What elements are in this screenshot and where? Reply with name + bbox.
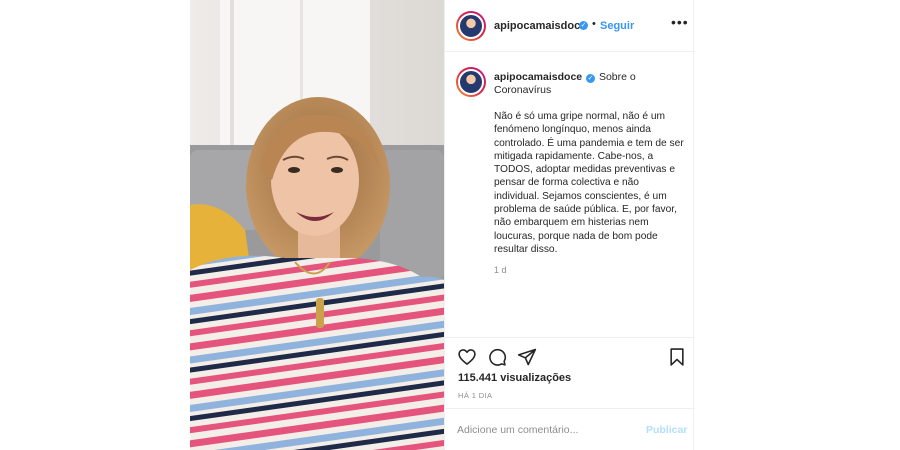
comment-box: Publicar — [445, 408, 695, 450]
follow-button[interactable]: Seguir — [600, 20, 634, 32]
post-header: apipocamaisdoce ✓ • Seguir ••• — [445, 0, 695, 52]
caption-verified-badge-icon: ✓ — [586, 74, 596, 83]
share-icon[interactable] — [517, 347, 537, 367]
caption-text: Não é só uma gripe normal, não é um fenó… — [494, 111, 684, 255]
username-link[interactable]: apipocamaisdoce — [494, 20, 586, 32]
caption-avatar[interactable] — [456, 67, 486, 97]
post-media[interactable] — [190, 0, 444, 450]
comment-input[interactable] — [457, 421, 637, 439]
publish-button[interactable]: Publicar — [646, 424, 687, 436]
separator-dot: • — [592, 18, 596, 30]
action-bar — [445, 337, 695, 371]
views-count[interactable]: 115.441 visualizações — [458, 372, 571, 384]
caption-timestamp[interactable]: 1 d — [494, 265, 507, 275]
caption-header: apipocamaisdoce ✓ Sobre o Coronavírus — [494, 71, 684, 97]
more-options-icon[interactable]: ••• — [671, 14, 689, 30]
caption-username-link[interactable]: apipocamaisdoce — [494, 71, 582, 83]
post-date[interactable]: HÁ 1 DIA — [458, 391, 492, 400]
video-frame — [190, 0, 444, 450]
bookmark-icon[interactable] — [667, 347, 687, 367]
heart-icon[interactable] — [457, 347, 477, 367]
avatar[interactable] — [456, 11, 486, 41]
post-details-panel: apipocamaisdoce ✓ • Seguir ••• apipocama… — [444, 0, 695, 450]
comment-icon[interactable] — [487, 347, 507, 367]
verified-badge-icon: ✓ — [579, 21, 588, 30]
